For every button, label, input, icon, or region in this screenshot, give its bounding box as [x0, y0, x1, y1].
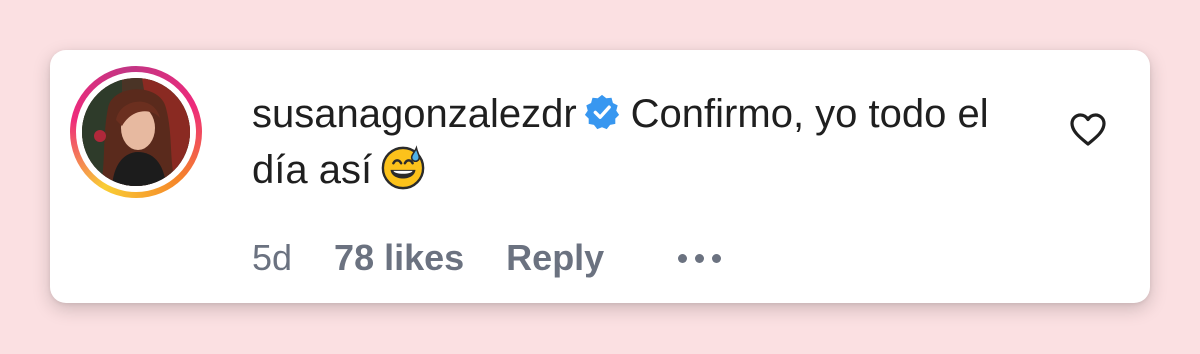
- story-ring[interactable]: [70, 66, 202, 198]
- avatar[interactable]: [82, 78, 190, 186]
- comment-text: susanagonzalezdr Confirmo, yo todo el dí…: [252, 86, 1012, 198]
- grinning-face-with-sweat-emoji: [381, 145, 425, 190]
- avatar-image: [82, 78, 190, 186]
- likes-count-button[interactable]: 78 likes: [334, 237, 464, 279]
- username-link[interactable]: susanagonzalezdr: [252, 92, 577, 136]
- comment-timestamp[interactable]: 5d: [252, 237, 292, 279]
- comment-card: susanagonzalezdr Confirmo, yo todo el dí…: [50, 50, 1150, 303]
- verified-badge-icon: [584, 94, 619, 130]
- heart-outline-icon[interactable]: [1068, 110, 1108, 150]
- reply-button[interactable]: Reply: [506, 237, 604, 279]
- comment-meta: 5d 78 likes Reply: [252, 236, 722, 280]
- more-options-icon[interactable]: [678, 253, 722, 263]
